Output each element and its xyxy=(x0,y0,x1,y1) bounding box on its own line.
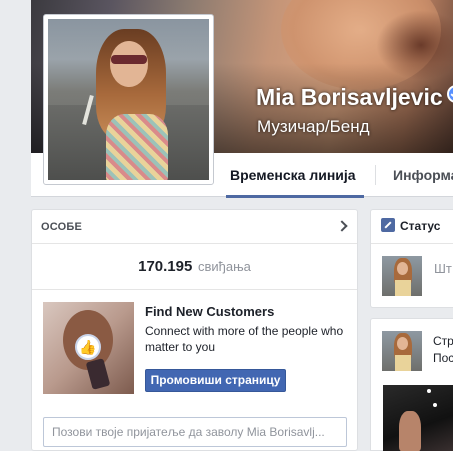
ad-find-customers: 👍 Find New Customers Connect with more o… xyxy=(43,302,353,394)
verified-badge-icon xyxy=(446,85,453,103)
composer-input[interactable]: Шт xyxy=(434,261,452,276)
feed-post-image[interactable] xyxy=(383,385,453,451)
page-category[interactable]: Музичар/Бенд xyxy=(257,117,370,137)
feed-post-line-1[interactable]: Стр xyxy=(433,333,453,350)
status-tab-label: Статус xyxy=(400,219,441,233)
tab-about[interactable]: Информа xyxy=(393,153,453,197)
feed-post: Стр Пос xyxy=(370,318,453,451)
likes-summary: 170.195 свиђања xyxy=(32,244,357,290)
post-composer: Статус Шт xyxy=(370,209,453,308)
page-name-text[interactable]: Mia Borisavljevic xyxy=(256,84,443,110)
promote-page-button[interactable]: Промовиши страницу xyxy=(145,369,286,392)
avatar[interactable] xyxy=(382,256,422,296)
likes-count: 170.195 xyxy=(138,258,193,275)
ad-title[interactable]: Find New Customers xyxy=(145,304,274,319)
divider xyxy=(371,243,453,244)
people-heading-label: ОСОБЕ xyxy=(41,221,83,233)
feed-post-header: Стр Пос xyxy=(433,333,453,367)
tab-divider xyxy=(375,165,376,185)
thumbs-up-icon: 👍 xyxy=(75,334,101,360)
profile-picture-image xyxy=(48,19,209,180)
people-card: ОСОБЕ 170.195 свиђања 👍 Find New Custome… xyxy=(31,209,358,451)
profile-picture[interactable] xyxy=(43,14,214,185)
pencil-icon xyxy=(381,218,395,232)
feed-post-line-2: Пос xyxy=(433,351,453,365)
status-tab[interactable]: Статус xyxy=(381,218,440,233)
invite-friends-input[interactable]: Позови твоје пријатеље да заволу Mia Bor… xyxy=(43,417,347,447)
people-heading[interactable]: ОСОБЕ xyxy=(32,210,357,244)
avatar[interactable] xyxy=(382,331,422,371)
ad-text: Connect with more of the people who matt… xyxy=(145,324,344,354)
likes-label: свиђања xyxy=(197,259,251,274)
tab-timeline[interactable]: Временска линија xyxy=(226,153,364,198)
ad-image[interactable]: 👍 xyxy=(43,302,134,394)
page-name[interactable]: Mia Borisavljevic xyxy=(256,84,453,111)
